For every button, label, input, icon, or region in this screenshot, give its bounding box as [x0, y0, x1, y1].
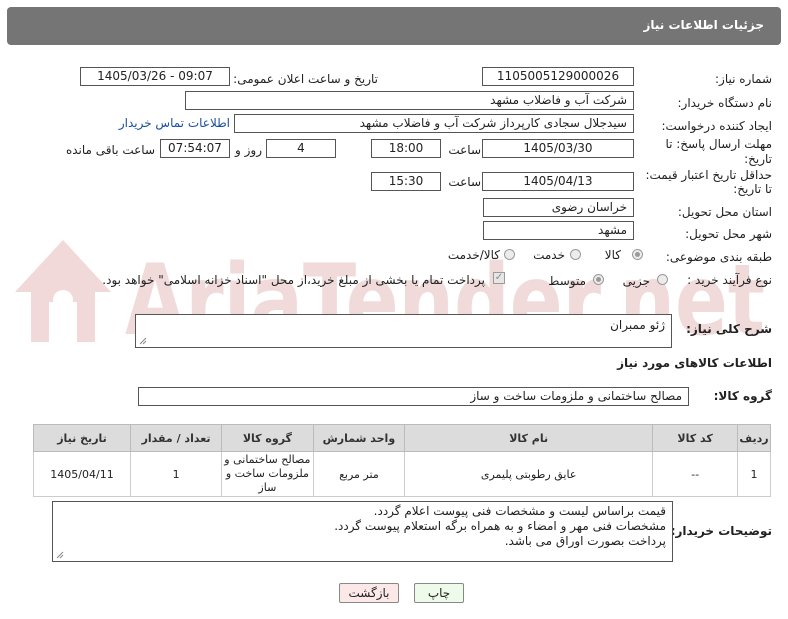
process-option-medium: متوسط [548, 274, 586, 288]
announce-datetime-label: تاریخ و ساعت اعلان عمومی: [233, 72, 378, 86]
col-header-name: نام کالا [404, 424, 654, 452]
buyer-contact-link[interactable]: اطلاعات تماس خریدار [119, 116, 230, 130]
announce-datetime-field: 1405/03/26 - 09:07 [80, 67, 230, 86]
page-header: جزئیات اطلاعات نیاز [7, 7, 781, 45]
back-button[interactable]: بازگشت [339, 583, 399, 603]
col-header-group: گروه کالا [221, 424, 314, 452]
buyer-notes-line: پرداخت بصورت اوراق می باشد. [504, 534, 666, 548]
need-details-page: جزئیات اطلاعات نیاز AriaTender.net شماره… [0, 0, 788, 619]
print-button[interactable]: چاپ [414, 583, 464, 603]
reply-deadline-label-line2: تاریخ: [744, 152, 772, 166]
need-number-label: شماره نیاز: [715, 72, 772, 86]
goods-table: ردیف کد کالا نام کالا واحد شمارش گروه کا… [32, 424, 771, 497]
category-radio-service[interactable] [570, 249, 581, 260]
process-radio-minor[interactable] [657, 274, 668, 285]
reply-date-field: 1405/03/30 [482, 139, 634, 158]
category-radio-goods[interactable] [632, 249, 643, 260]
requester-field: سیدجلال سجادی کارپرداز شرکت آب و فاضلاب … [234, 114, 634, 133]
buyer-org-field: شرکت آب و فاضلاب مشهد [185, 91, 634, 110]
category-option-service: خدمت [533, 248, 565, 262]
buyer-notes-textarea[interactable]: قیمت براساس لیست و مشخصات فنی پیوست اعلا… [52, 501, 673, 562]
category-radio-goods-service[interactable] [504, 249, 515, 260]
cell-name: عایق رطوبتی پلیمری [404, 451, 654, 497]
buyer-notes-label: توضیحات خریدار: [670, 524, 772, 538]
delivery-city-field: مشهد [483, 221, 634, 240]
category-label: طبقه بندی موضوعی: [665, 250, 772, 264]
col-header-quantity: تعداد / مقدار [130, 424, 223, 452]
cell-need-date: 1405/04/11 [32, 451, 132, 497]
remaining-days-field: 4 [266, 139, 336, 158]
goods-table-header-row: ردیف کد کالا نام کالا واحد شمارش گروه کا… [32, 424, 771, 452]
category-option-goods-service: کالا/خدمت [447, 248, 500, 262]
reply-deadline-label-line1: مهلت ارسال پاسخ: تا [665, 137, 772, 151]
reply-time-field: 18:00 [371, 139, 441, 158]
buyer-org-label: نام دستگاه خریدار: [677, 96, 773, 110]
treasury-payment-checkbox[interactable]: ✓ [493, 272, 505, 284]
delivery-city-label: شهر محل تحویل: [685, 227, 772, 241]
need-number-field: 1105005129000026 [482, 67, 634, 86]
process-radio-medium[interactable] [593, 274, 604, 285]
col-header-need-date: تاریخ نیاز [32, 424, 132, 452]
delivery-province-field: خراسان رضوی [483, 198, 634, 217]
price-validity-label-line1: حداقل تاریخ اعتبار قیمت: [645, 168, 772, 182]
buyer-notes-line: مشخصات فنی مهر و امضاء و به همراه برگه ا… [334, 519, 666, 533]
col-header-row-number: ردیف [737, 424, 771, 452]
purchase-process-label: نوع فرآیند خرید : [687, 273, 772, 287]
requester-label: ایجاد کننده درخواست: [661, 119, 772, 133]
resize-grip-icon [56, 551, 64, 559]
general-description-textarea[interactable]: ژئو ممبران [135, 314, 672, 348]
cell-quantity: 1 [130, 451, 223, 497]
cell-code: -- [652, 451, 739, 497]
treasury-payment-text: پرداخت تمام یا بخشی از مبلغ خرید،از محل … [102, 273, 485, 287]
remaining-time-label: ساعت باقی مانده [65, 143, 155, 157]
page-title: جزئیات اطلاعات نیاز [643, 18, 764, 32]
price-validity-date-field: 1405/04/13 [482, 172, 634, 191]
resize-grip-icon [139, 337, 147, 345]
reply-time-label: ساعت [448, 143, 481, 157]
cell-group: مصالح ساختمانی و ملزومات ساخت و ساز [221, 451, 314, 497]
goods-group-label: گروه کالا: [713, 389, 772, 403]
buyer-notes-line: قیمت براساس لیست و مشخصات فنی پیوست اعلا… [373, 504, 666, 518]
remaining-time-field: 07:54:07 [160, 139, 230, 158]
col-header-code: کد کالا [652, 424, 739, 452]
price-validity-label-line2: تا تاریخ: [733, 182, 772, 196]
days-label: روز و [235, 143, 262, 157]
delivery-province-label: استان محل تحویل: [677, 205, 772, 219]
cell-row-number: 1 [737, 451, 771, 497]
table-row: 1 -- عایق رطوبتی پلیمری متر مربع مصالح س… [32, 451, 771, 497]
col-header-unit: واحد شمارش [312, 424, 406, 452]
goods-group-field: مصالح ساختمانی و ملزومات ساخت و ساز [138, 387, 689, 406]
general-description-text: ژئو ممبران [610, 318, 665, 332]
price-validity-time-field: 15:30 [371, 172, 441, 191]
cell-unit: متر مربع [312, 451, 406, 497]
goods-section-title: اطلاعات کالاهای مورد نیاز [617, 356, 772, 370]
process-option-minor: جزیی [622, 274, 650, 288]
general-description-label: شرح کلی نیاز: [686, 322, 772, 336]
price-validity-time-label: ساعت [448, 175, 481, 189]
category-option-goods: کالا [604, 248, 621, 262]
